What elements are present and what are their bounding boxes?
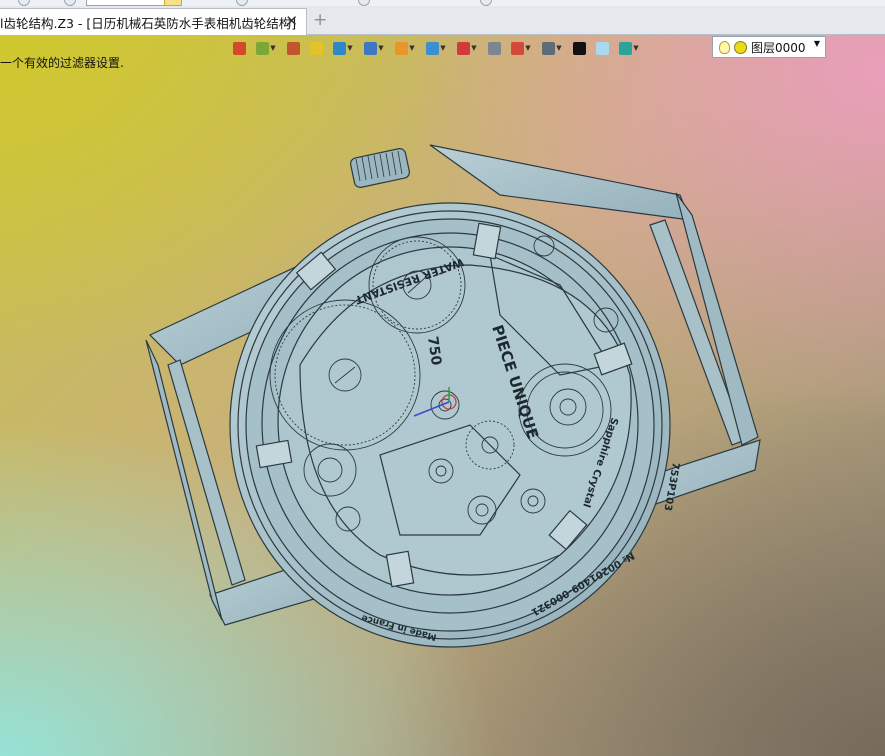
chevron-down-icon[interactable]: ▼ <box>347 44 352 52</box>
layer-selector[interactable]: 图层0000 ▼ <box>712 36 826 58</box>
chevron-down-icon[interactable]: ▼ <box>525 44 530 52</box>
filter-status-message: 一个有效的过滤器设置. <box>0 56 124 70</box>
solid-view-icon <box>333 41 347 55</box>
view-frame-icon <box>426 41 440 55</box>
sketch-pen-icon <box>286 41 300 55</box>
sketch-pen-button[interactable] <box>282 38 304 58</box>
render-button[interactable]: ▼ <box>537 38 567 58</box>
chevron-down-icon[interactable]: ▼ <box>633 44 638 52</box>
solid-view-button[interactable]: ▼ <box>328 38 358 58</box>
tree-button[interactable]: ▼ <box>251 38 281 58</box>
display-mode-icon <box>364 41 378 55</box>
chevron-down-icon[interactable]: ▼ <box>409 44 414 52</box>
close-tab-icon[interactable]: ✕ <box>285 13 298 29</box>
chevron-down-icon[interactable]: ▼ <box>471 44 476 52</box>
line-color-button[interactable] <box>568 38 590 58</box>
section-button[interactable] <box>483 38 505 58</box>
document-tab[interactable]: l齿轮结构.Z3 - [日历机械石英防水手表相机齿轮结构] ✕ <box>0 8 307 35</box>
origin-button[interactable]: ▼ <box>452 38 482 58</box>
layer-visible-bulb-icon[interactable] <box>719 40 730 54</box>
tree-icon <box>256 41 270 55</box>
layer-manager-icon <box>619 41 633 55</box>
background-color-button[interactable] <box>591 38 613 58</box>
render-icon <box>542 41 556 55</box>
chevron-down-icon[interactable]: ▼ <box>556 44 561 52</box>
chevron-down-icon[interactable]: ▼ <box>814 39 820 48</box>
watch-case-model[interactable]: WATER RESISTANT PIECE UNIQUE 750 Sapphir… <box>0 35 885 756</box>
exit-icon <box>232 41 246 55</box>
exit-button[interactable] <box>228 38 250 58</box>
line-color-icon <box>572 41 586 55</box>
layer-color-icon <box>734 40 747 54</box>
filter-button[interactable]: ▼ <box>390 38 420 58</box>
section-icon <box>487 41 501 55</box>
chevron-down-icon[interactable]: ▼ <box>440 44 445 52</box>
crown <box>350 148 410 188</box>
layer-name: 图层0000 <box>751 40 806 55</box>
chevron-down-icon[interactable]: ▼ <box>270 44 275 52</box>
new-tab-icon[interactable]: + <box>313 10 327 30</box>
origin-icon <box>457 41 471 55</box>
shape-box-button[interactable] <box>305 38 327 58</box>
document-tab-bar: l齿轮结构.Z3 - [日历机械石英防水手表相机齿轮结构] ✕ + <box>0 6 885 35</box>
view-toolbar: ▼ ▼ ▼ ▼ ▼ ▼ ▼ ▼ ▼ <box>228 37 645 59</box>
document-tab-title: l齿轮结构.Z3 - [日历机械石英防水手表相机齿轮结构] <box>0 15 297 31</box>
dimension-icon <box>511 41 525 55</box>
filter-icon <box>395 41 409 55</box>
display-mode-button[interactable]: ▼ <box>359 38 389 58</box>
dimension-button[interactable]: ▼ <box>506 38 536 58</box>
shape-box-icon <box>309 41 323 55</box>
graphics-viewport[interactable]: WATER RESISTANT PIECE UNIQUE 750 Sapphir… <box>0 35 885 756</box>
view-frame-button[interactable]: ▼ <box>421 38 451 58</box>
chevron-down-icon[interactable]: ▼ <box>378 44 383 52</box>
layer-manager-button[interactable]: ▼ <box>614 38 644 58</box>
background-color-icon <box>595 41 609 55</box>
